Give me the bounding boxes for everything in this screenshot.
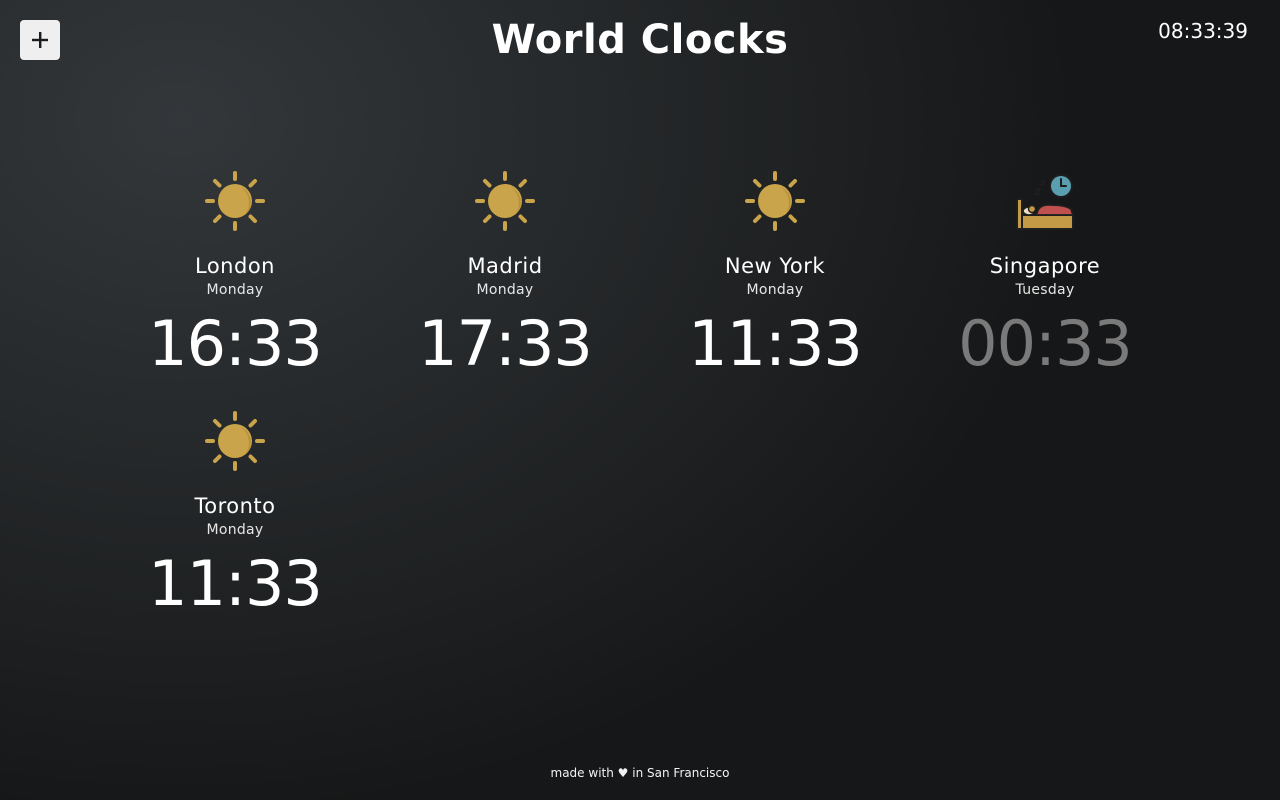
clock-time: 00:33 — [958, 307, 1133, 380]
clock-time: 17:33 — [418, 307, 593, 380]
sun-icon — [205, 171, 265, 231]
footer-text-before: made with — [550, 766, 614, 780]
day-label: Monday — [206, 522, 264, 538]
city-name: London — [195, 254, 275, 278]
footer: made with ♥ in San Francisco — [0, 765, 1280, 781]
day-label: Monday — [476, 282, 534, 298]
clock-time: 16:33 — [148, 307, 323, 380]
day-label: Monday — [206, 282, 264, 298]
city-name: Madrid — [467, 254, 543, 278]
footer-text-after: in San Francisco — [632, 766, 730, 780]
sun-icon — [475, 171, 535, 231]
day-label: Monday — [746, 282, 804, 298]
heart-icon: ♥ — [617, 766, 629, 780]
current-time: 08:33:39 — [1158, 19, 1248, 43]
city-name: Singapore — [989, 254, 1101, 278]
clock-card-new-york: New York Monday 11:33 — [640, 171, 910, 381]
clock-card-singapore: Singapore Tuesday 00:33 — [910, 171, 1180, 381]
city-name: Toronto — [194, 494, 276, 518]
clock-card-london: London Monday 16:33 — [100, 171, 370, 381]
city-name: New York — [724, 254, 826, 278]
day-label: Tuesday — [1015, 282, 1075, 298]
clock-time: 11:33 — [148, 547, 323, 620]
sleeping-bed-icon — [1016, 174, 1075, 230]
page-title: World Clocks — [491, 17, 789, 63]
sun-icon — [745, 171, 805, 231]
sun-icon — [205, 411, 265, 471]
clock-card-madrid: Madrid Monday 17:33 — [370, 171, 640, 381]
clock-time: 11:33 — [688, 307, 863, 380]
clock-card-toronto: Toronto Monday 11:33 — [100, 411, 370, 621]
